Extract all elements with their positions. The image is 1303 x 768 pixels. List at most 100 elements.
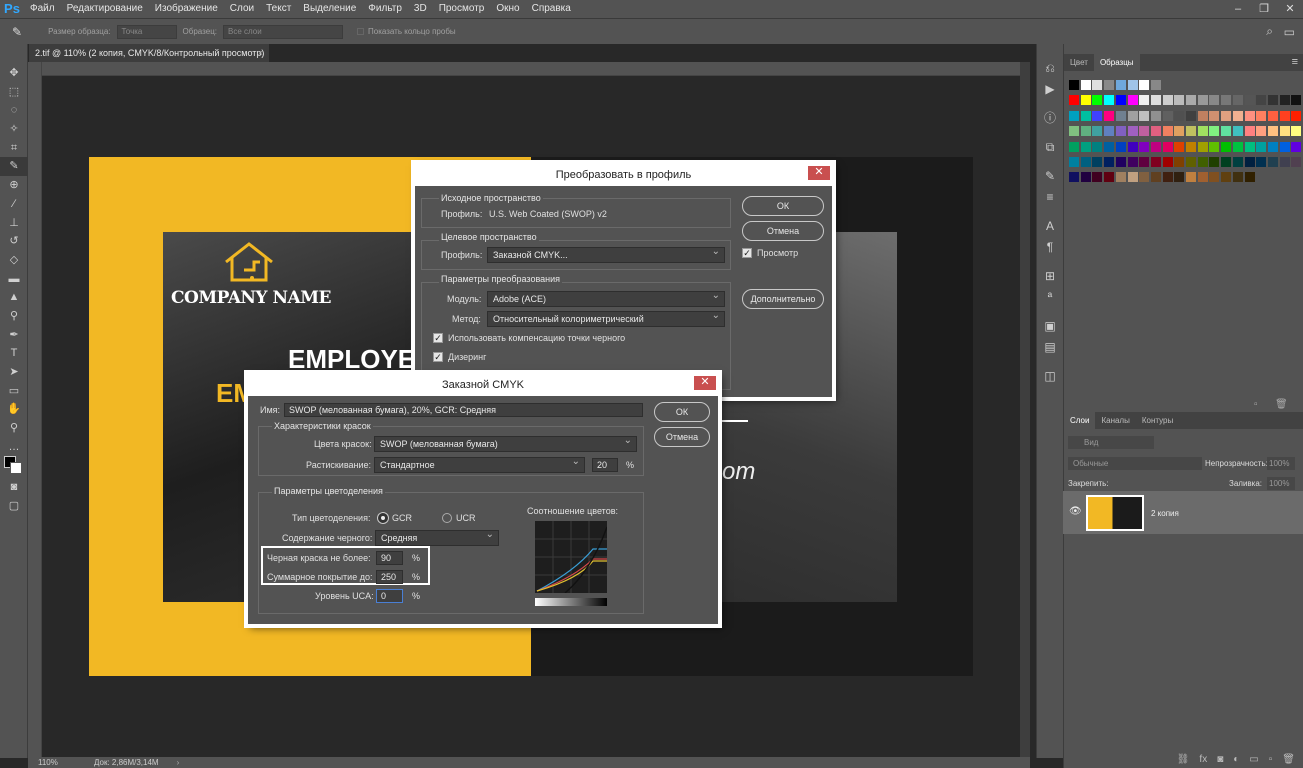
menu-select[interactable]: Выделение (297, 0, 362, 18)
swatch[interactable] (1291, 95, 1302, 106)
swatch[interactable] (1127, 157, 1138, 167)
swatch[interactable] (1092, 80, 1103, 90)
swatch[interactable] (1209, 110, 1220, 121)
swatch[interactable] (1092, 95, 1103, 106)
crop-tool-icon[interactable]: ⌗ (0, 139, 28, 158)
swatch[interactable] (1244, 141, 1255, 152)
swatch[interactable] (1174, 126, 1185, 137)
dot-gain-select[interactable]: Стандартное (374, 455, 585, 473)
eyedropper-icon[interactable]: ✎ (0, 157, 28, 177)
swatch[interactable] (1092, 141, 1103, 152)
swatch[interactable] (1197, 95, 1208, 106)
close-icon[interactable]: ✕ (694, 376, 716, 390)
tab-channels[interactable]: Каналы (1095, 412, 1135, 429)
menu-3d[interactable]: 3D (408, 0, 433, 18)
swatch[interactable] (1174, 172, 1185, 183)
swatch[interactable] (1115, 110, 1126, 121)
libraries-icon[interactable]: ▣ (1037, 316, 1063, 337)
swatch[interactable] (1279, 95, 1290, 106)
swatch[interactable] (1256, 126, 1267, 137)
swatch[interactable] (1069, 172, 1079, 183)
healing-tool-icon[interactable]: ⊕ (0, 176, 28, 195)
menu-window[interactable]: Окно (490, 0, 525, 18)
swatch[interactable] (1150, 110, 1161, 121)
swatch[interactable] (1104, 110, 1115, 121)
swatch[interactable] (1162, 110, 1173, 121)
fill-input[interactable]: 100% (1267, 477, 1295, 490)
swatch[interactable] (1291, 126, 1302, 137)
swatch[interactable] (1115, 80, 1126, 90)
swatch[interactable] (1104, 172, 1115, 183)
pen-tool-icon[interactable]: ✒ (0, 326, 28, 345)
swatch[interactable] (1221, 110, 1232, 121)
adjustments-icon[interactable]: ≡ (1037, 187, 1063, 208)
swatch[interactable] (1092, 172, 1103, 183)
sample-select[interactable]: Все слои (223, 24, 343, 39)
swatch[interactable] (1150, 80, 1161, 90)
profile-ok-button[interactable]: ОК (742, 196, 824, 216)
swatch[interactable] (1150, 141, 1161, 152)
swatch[interactable] (1127, 110, 1138, 121)
delete-swatch-icon[interactable]: 🗑 (1275, 399, 1288, 410)
adjustment-layer-icon[interactable]: ◐ (1233, 752, 1239, 768)
swatch[interactable] (1267, 95, 1278, 106)
kind-filter[interactable]: Вид (1068, 436, 1154, 449)
swatch[interactable] (1197, 141, 1208, 152)
swatch[interactable] (1127, 172, 1138, 183)
swatch[interactable] (1244, 95, 1255, 106)
swatch[interactable] (1186, 110, 1196, 121)
profile-cancel-button[interactable]: Отмена (742, 221, 824, 241)
add-mask-icon[interactable]: ◙ (1217, 752, 1223, 768)
swatch[interactable] (1139, 110, 1150, 121)
method-select[interactable]: Относительный колориметрический (487, 309, 725, 327)
swatch[interactable] (1291, 110, 1302, 121)
new-group-icon[interactable]: ▭ (1249, 752, 1258, 768)
vertical-scrollbar[interactable] (1020, 62, 1030, 757)
name-input[interactable]: SWOP (мелованная бумага), 20%, GCR: Сред… (284, 403, 643, 417)
swatch[interactable] (1104, 95, 1115, 106)
blur-tool-icon[interactable]: ▲ (0, 288, 28, 307)
link-layers-icon[interactable]: ⛓ (1177, 752, 1190, 768)
swatch[interactable] (1174, 141, 1185, 152)
panel-menu-icon[interactable]: ≡ (1292, 54, 1298, 71)
delete-layer-icon[interactable]: 🗑 (1282, 752, 1295, 768)
type-tool-icon[interactable]: T (0, 344, 28, 363)
preview-checkbox[interactable]: ✓ (742, 248, 752, 258)
eyedropper-tool-icon[interactable]: ✎ (12, 25, 22, 39)
magic-wand-icon[interactable]: ✧ (0, 120, 28, 139)
swatch[interactable] (1232, 110, 1243, 121)
swatch[interactable] (1069, 80, 1079, 90)
layer-name[interactable]: 2 копия (1151, 509, 1179, 518)
swatch[interactable] (1209, 157, 1220, 167)
swatch[interactable] (1232, 157, 1243, 167)
swatch[interactable] (1291, 141, 1302, 152)
swatch[interactable] (1162, 157, 1173, 167)
swatch[interactable] (1232, 95, 1243, 106)
swatch[interactable] (1256, 141, 1267, 152)
menu-layers[interactable]: Слои (224, 0, 260, 18)
black-gen-select[interactable]: Средняя (375, 528, 499, 546)
menu-help[interactable]: Справка (526, 0, 577, 18)
swatch[interactable] (1162, 172, 1173, 183)
swatch[interactable] (1267, 126, 1278, 137)
sample-size-select[interactable]: Точка (116, 24, 177, 39)
swatch[interactable] (1080, 126, 1091, 137)
minimize-icon[interactable]: – (1225, 0, 1251, 18)
new-swatch-icon[interactable]: ▫ (1254, 399, 1258, 410)
character-styles-icon[interactable]: ª (1037, 287, 1063, 308)
swatch[interactable] (1115, 95, 1126, 106)
new-layer-icon[interactable]: ▫ (1269, 752, 1273, 768)
swatch[interactable] (1232, 172, 1243, 183)
swatch[interactable] (1256, 157, 1267, 167)
restore-icon[interactable]: ❐ (1251, 0, 1277, 18)
screen-mode-icon[interactable]: ▢ (0, 497, 28, 516)
opacity-input[interactable]: 100% (1267, 457, 1295, 470)
paragraph-icon[interactable]: ¶ (1037, 237, 1063, 258)
advanced-button[interactable]: Дополнительно (742, 289, 824, 309)
swatch[interactable] (1080, 80, 1091, 90)
swatch[interactable] (1186, 126, 1196, 137)
workspace-icon[interactable]: ▭ (1284, 25, 1295, 39)
swatch[interactable] (1197, 172, 1208, 183)
swatch[interactable] (1174, 157, 1185, 167)
swatch[interactable] (1209, 95, 1220, 106)
